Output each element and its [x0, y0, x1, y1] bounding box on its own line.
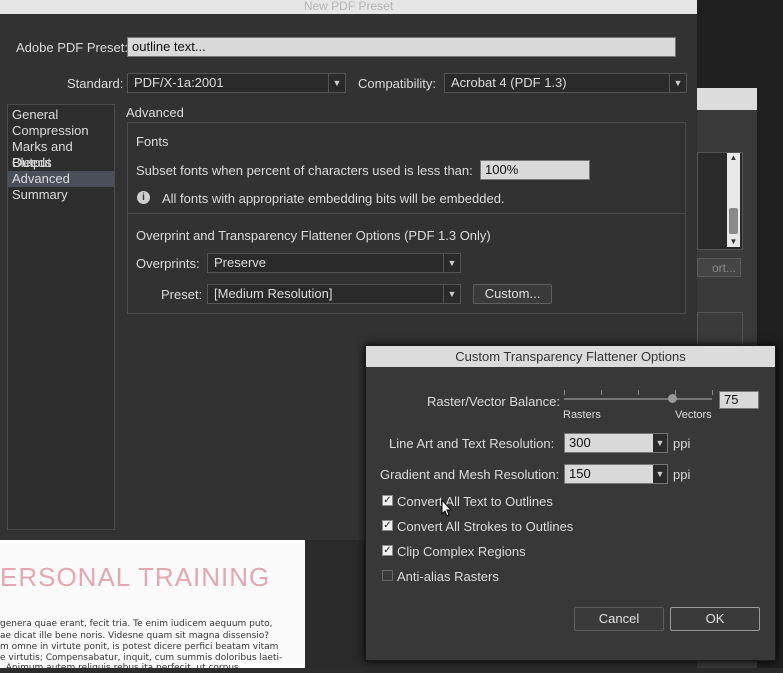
flattener-preset-label: Preset: — [161, 287, 203, 302]
preset-name-label: Adobe PDF Preset: — [16, 40, 128, 55]
convert-text-checkbox[interactable]: ✓ — [382, 495, 393, 506]
gradient-resolution-label: Gradient and Mesh Resolution: — [380, 467, 560, 482]
flattener-preset-value: [Medium Resolution] — [214, 286, 333, 301]
preset-name-input[interactable]: outline text... — [127, 37, 676, 57]
vectors-label: Vectors — [675, 409, 712, 421]
chevron-down-icon[interactable]: ▼ — [653, 465, 667, 483]
sidebar-item-summary[interactable]: Summary — [8, 187, 114, 203]
compatibility-label: Compatibility: — [358, 76, 437, 91]
dialog-title: Custom Transparency Flattener Options — [366, 346, 775, 367]
slider-handle[interactable] — [668, 394, 677, 403]
line-art-resolution-input[interactable]: 300 ▼ — [564, 433, 668, 453]
custom-button[interactable]: Custom... — [473, 284, 552, 304]
document-text-line: m omne in virtute ponit, is potest dicer… — [0, 642, 279, 652]
slider-tick — [712, 390, 713, 395]
compatibility-value: Acrobat 4 (PDF 1.3) — [451, 75, 567, 90]
info-icon: i — [137, 191, 150, 204]
embedding-info-text: All fonts with appropriate embedding bit… — [162, 191, 505, 206]
overprint-group-title: Overprint and Transparency Flattener Opt… — [136, 228, 491, 243]
mouse-cursor-icon — [441, 498, 453, 520]
background-button[interactable]: ort... — [697, 258, 741, 277]
overprints-value: Preserve — [214, 255, 267, 270]
document-text-line: ae dicat ille bene noris. Videsne quam s… — [0, 631, 270, 641]
slider-tick — [564, 390, 565, 395]
document-text-line: . Animum autem reliquis rebus ita perfec… — [0, 663, 239, 673]
category-sidebar: General Compression Marks and Bleeds Out… — [7, 104, 115, 530]
cancel-button[interactable]: Cancel — [574, 607, 664, 631]
line-art-resolution-label: Line Art and Text Resolution: — [389, 436, 555, 451]
clip-complex-label[interactable]: Clip Complex Regions — [397, 544, 526, 559]
document-heading: ERSONAL TRAINING — [0, 562, 271, 592]
compatibility-select[interactable]: Acrobat 4 (PDF 1.3) ▼ — [444, 73, 687, 93]
sidebar-item-general[interactable]: General — [8, 107, 114, 123]
subset-percent-input[interactable]: 100% — [480, 160, 590, 180]
gradient-resolution-value: 150 — [569, 466, 591, 481]
ppi-unit: ppi — [673, 467, 691, 482]
standard-value: PDF/X-1a:2001 — [134, 75, 224, 90]
line-art-resolution-value: 300 — [569, 435, 591, 450]
section-title: Advanced — [126, 105, 184, 120]
sidebar-item-marks-and-bleeds[interactable]: Marks and Bleeds — [8, 139, 114, 170]
slider-tick — [601, 390, 602, 395]
gradient-resolution-input[interactable]: 150 ▼ — [564, 464, 668, 484]
ok-button[interactable]: OK — [670, 607, 760, 631]
balance-label: Raster/Vector Balance: — [427, 394, 560, 409]
overprints-select[interactable]: Preserve ▼ — [207, 253, 461, 273]
scroll-thumb[interactable] — [729, 208, 738, 234]
background-dialog-titlebar — [697, 88, 757, 110]
subset-fonts-label: Subset fonts when percent of characters … — [136, 163, 473, 178]
dialog-title: New PDF Preset — [0, 0, 697, 14]
balance-slider-track[interactable] — [564, 398, 712, 400]
overprints-label: Overprints: — [136, 256, 200, 271]
chevron-down-icon[interactable]: ▼ — [653, 434, 667, 452]
slider-tick — [638, 390, 639, 395]
sidebar-item-compression[interactable]: Compression — [8, 123, 114, 139]
anti-alias-checkbox[interactable] — [382, 570, 393, 581]
flattener-preset-select[interactable]: [Medium Resolution] ▼ — [207, 284, 461, 304]
rasters-label: Rasters — [563, 409, 601, 421]
sidebar-item-output[interactable]: Output — [8, 155, 114, 171]
convert-text-label[interactable]: Convert All Text to Outlines — [397, 494, 553, 509]
chevron-down-icon: ▼ — [443, 254, 460, 272]
chevron-down-icon: ▼ — [328, 74, 345, 92]
ppi-unit: ppi — [673, 436, 691, 451]
document-pasteboard — [305, 540, 365, 668]
clip-complex-checkbox[interactable]: ✓ — [382, 545, 393, 556]
document-text-line: e virtutis; Compensabatur, inquit, cum s… — [0, 653, 283, 663]
standard-label: Standard: — [67, 76, 124, 91]
balance-value-input[interactable]: 75 — [719, 391, 759, 409]
chevron-down-icon: ▼ — [669, 74, 686, 92]
document-text-line: genera quae erant, fecit tria. Te enim i… — [0, 619, 273, 629]
chevron-down-icon: ▼ — [443, 285, 460, 303]
convert-strokes-checkbox[interactable]: ✓ — [382, 520, 393, 531]
anti-alias-label[interactable]: Anti-alias Rasters — [397, 569, 499, 584]
convert-strokes-label[interactable]: Convert All Strokes to Outlines — [397, 519, 573, 534]
sidebar-item-advanced[interactable]: Advanced — [8, 171, 114, 187]
standard-select[interactable]: PDF/X-1a:2001 ▼ — [127, 73, 346, 93]
custom-flattener-dialog: Custom Transparency Flattener Options Ra… — [365, 345, 776, 661]
